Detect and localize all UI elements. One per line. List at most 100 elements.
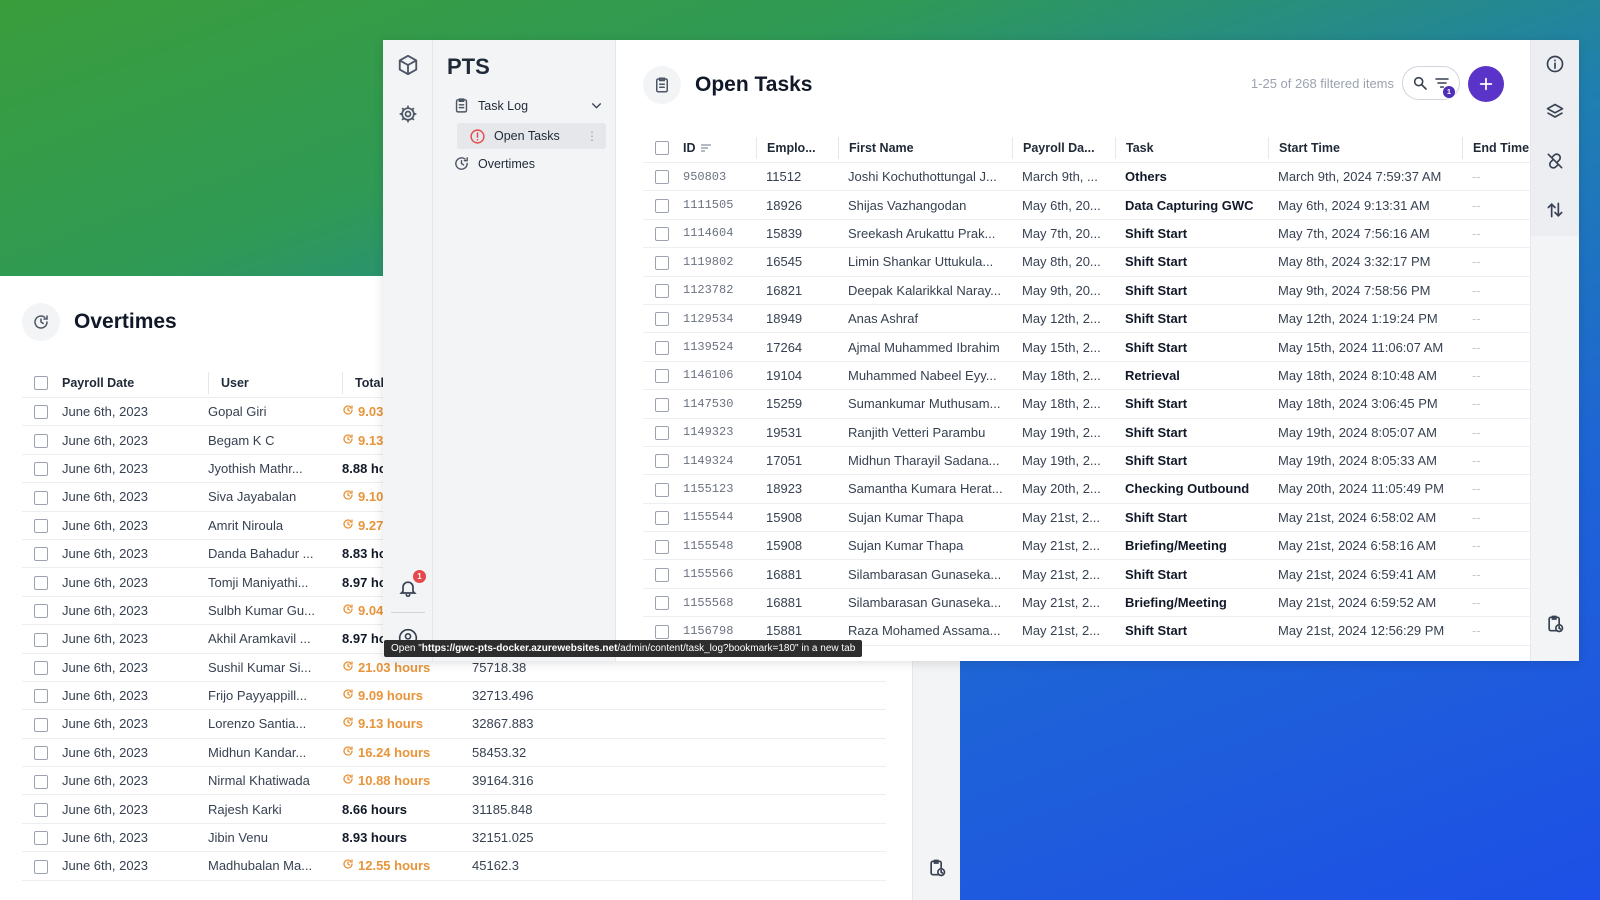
table-row[interactable]: 1155548 15908 Sujan Kumar Thapa May 21st, 2…: [643, 532, 1530, 561]
row-checkbox[interactable]: [643, 254, 681, 270]
payroll-date-cell: May 21st, 2...: [1022, 509, 1101, 525]
table-row[interactable]: 1139524 17264 Ajmal Muhammed Ibrahim May 15…: [643, 333, 1530, 362]
info-icon[interactable]: [1545, 54, 1565, 74]
column-header-employee[interactable]: Emplo...: [756, 136, 838, 159]
row-checkbox[interactable]: [643, 595, 681, 611]
task-cell: Shift Start: [1125, 453, 1188, 469]
row-checkbox[interactable]: [22, 432, 62, 448]
table-row[interactable]: 1149323 19531 Ranjith Vetteri Parambu May 1…: [643, 419, 1530, 447]
task-cell: Shift Start: [1125, 566, 1188, 582]
nav-item-task-log[interactable]: Task Log: [453, 97, 603, 114]
row-checkbox[interactable]: [643, 566, 681, 582]
table-row[interactable]: June 6th, 2023 Frijo Payyappill... 9.09 ho…: [22, 682, 886, 711]
search-icon[interactable]: [1412, 75, 1428, 91]
table-row[interactable]: 1146106 19104 Muhammed Nabeel Eyy... May 18…: [643, 362, 1530, 391]
row-checkbox[interactable]: [22, 461, 62, 477]
table-row[interactable]: 1147530 15259 Sumankumar Muthusam... May 18…: [643, 390, 1530, 419]
search-filter-group: 1: [1402, 66, 1460, 100]
select-all-checkbox[interactable]: [22, 375, 62, 390]
row-checkbox[interactable]: [643, 424, 681, 440]
table-row[interactable]: June 6th, 2023 Lorenzo Santia... 9.13 hour…: [22, 710, 886, 739]
row-checkbox[interactable]: [22, 659, 62, 675]
row-checkbox[interactable]: [22, 517, 62, 534]
table-row[interactable]: June 6th, 2023 Midhun Kandar... 16.24 hour…: [22, 739, 886, 768]
row-checkbox[interactable]: [22, 489, 62, 505]
task-cell: Shift Start: [1125, 396, 1188, 412]
payroll-date-cell: May 9th, 20...: [1022, 282, 1101, 298]
table-row[interactable]: June 6th, 2023 Madhubalan Ma... 12.55 hour…: [22, 852, 886, 881]
row-checkbox[interactable]: [643, 197, 681, 213]
clipboard-clock-icon[interactable]: [927, 858, 947, 878]
table-row[interactable]: June 6th, 2023 Rajesh Karki 8.66 hours 3118…: [22, 795, 886, 824]
row-checkbox[interactable]: [22, 631, 62, 647]
row-checkbox[interactable]: [643, 282, 681, 299]
column-header-task[interactable]: Task: [1115, 136, 1268, 159]
cube-logo-icon[interactable]: [397, 54, 419, 76]
column-header-payroll-date[interactable]: Payroll Date: [62, 376, 196, 390]
hours-value: 12.55 hours: [358, 858, 431, 874]
payroll-date-cell: June 6th, 2023: [62, 716, 149, 732]
row-checkbox[interactable]: [22, 773, 62, 789]
link-off-icon[interactable]: [1545, 151, 1565, 171]
row-checkbox[interactable]: [643, 623, 681, 639]
row-checkbox[interactable]: [643, 538, 681, 554]
table-row[interactable]: 1155568 16881 Silambarasan Gunaseka... May …: [643, 589, 1530, 618]
row-checkbox[interactable]: [22, 603, 62, 619]
table-row[interactable]: June 6th, 2023 Nirmal Khatiwada 10.88 hour…: [22, 767, 886, 796]
task-cell: Briefing/Meeting: [1125, 538, 1227, 554]
nav-item-label: Open Tasks: [494, 129, 560, 143]
row-checkbox[interactable]: [22, 830, 62, 846]
table-row[interactable]: 1111505 18926 Shijas Vazhangodan May 6th, 2…: [643, 191, 1530, 220]
table-row[interactable]: 1155566 16881 Silambarasan Gunaseka... May …: [643, 560, 1530, 589]
table-row[interactable]: 1129534 18949 Anas Ashraf May 12th, 2... Shi…: [643, 305, 1530, 334]
row-checkbox[interactable]: [22, 801, 62, 817]
id-cell: 1149323: [683, 425, 734, 440]
table-row[interactable]: 1155544 15908 Sujan Kumar Thapa May 21st, 2…: [643, 504, 1530, 533]
first-name-cell: Sreekash Arukattu Prak...: [848, 225, 996, 241]
row-checkbox[interactable]: [643, 169, 681, 185]
column-header-payroll-date[interactable]: Payroll Da...: [1012, 136, 1115, 159]
open-tasks-content: Open Tasks 1-25 of 268 filtered items 1 …: [616, 40, 1530, 661]
row-checkbox[interactable]: [22, 858, 62, 874]
row-checkbox[interactable]: [22, 745, 62, 761]
nav-item-open-tasks[interactable]: Open Tasks ⋮: [457, 123, 606, 149]
layers-icon[interactable]: [1545, 102, 1565, 122]
table-row[interactable]: 1123782 16821 Deepak Kalarikkal Naray... Ma…: [643, 277, 1530, 305]
table-row[interactable]: 1119802 16545 Limin Shankar Uttukula... May…: [643, 248, 1530, 277]
id-cell: 1155566: [683, 567, 734, 582]
row-checkbox[interactable]: [22, 546, 62, 562]
column-header-id[interactable]: ID: [681, 141, 756, 155]
chevron-down-icon[interactable]: [590, 99, 603, 112]
add-item-button[interactable]: [1468, 66, 1504, 102]
row-checkbox[interactable]: [643, 226, 681, 242]
settings-gear-icon[interactable]: [398, 104, 418, 124]
select-all-checkbox[interactable]: [643, 140, 681, 155]
column-header-start-time[interactable]: Start Time: [1268, 136, 1462, 159]
row-checkbox[interactable]: [22, 574, 62, 590]
nav-item-overtimes[interactable]: Overtimes: [453, 155, 535, 172]
row-checkbox[interactable]: [22, 404, 62, 420]
table-row[interactable]: 1149324 17051 Midhun Tharayil Sadana... May…: [643, 447, 1530, 476]
row-checkbox[interactable]: [643, 311, 681, 327]
row-checkbox[interactable]: [643, 510, 681, 526]
column-header-first-name[interactable]: First Name: [838, 136, 1012, 159]
row-checkbox[interactable]: [22, 688, 62, 704]
row-checkbox[interactable]: [643, 481, 681, 497]
column-header-user[interactable]: User: [208, 371, 330, 394]
table-row[interactable]: June 6th, 2023 Jibin Venu 8.93 hours 32151.…: [22, 824, 886, 853]
right-sidebar-tools: [1531, 40, 1579, 236]
row-checkbox[interactable]: [22, 716, 62, 732]
column-header-end-time[interactable]: End Time: [1462, 136, 1530, 159]
row-checkbox[interactable]: [643, 453, 681, 469]
first-name-cell: Limin Shankar Uttukula...: [848, 254, 994, 270]
row-checkbox[interactable]: [643, 396, 681, 412]
payroll-date-cell: May 21st, 2...: [1022, 623, 1101, 639]
sort-arrows-icon[interactable]: [1545, 200, 1565, 220]
table-row[interactable]: 950803 11512 Joshi Kochuthottungal J... Mar…: [643, 163, 1530, 192]
table-row[interactable]: 1114604 15839 Sreekash Arukattu Prak... May…: [643, 220, 1530, 249]
row-checkbox[interactable]: [643, 368, 681, 384]
row-checkbox[interactable]: [643, 339, 681, 355]
clipboard-clock-icon[interactable]: [1545, 614, 1565, 634]
table-row[interactable]: 1155123 18923 Samantha Kumara Herat... May …: [643, 475, 1530, 504]
more-options-icon[interactable]: ⋮: [586, 129, 598, 143]
